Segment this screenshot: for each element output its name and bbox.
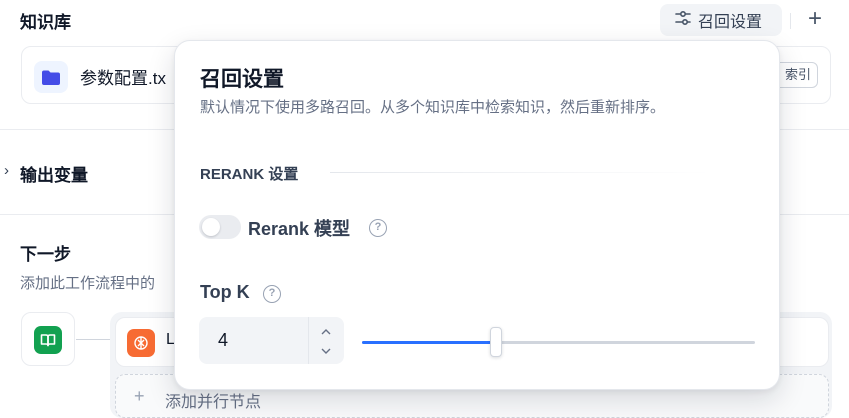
- knowledge-base-title: 知识库: [20, 13, 71, 32]
- popup-title: 召回设置: [200, 68, 284, 91]
- node-connector: [76, 339, 112, 340]
- popup-description: 默认情况下使用多路召回。从多个知识库中检索知识，然后重新排序。: [200, 99, 666, 116]
- toolbar-divider: [790, 13, 791, 29]
- chevron-right-icon[interactable]: ›: [4, 162, 9, 179]
- next-step-title: 下一步: [20, 245, 71, 264]
- plus-icon: +: [807, 5, 822, 32]
- add-knowledge-button[interactable]: +: [802, 2, 828, 36]
- recall-settings-label: 召回设置: [698, 14, 763, 31]
- recall-settings-button[interactable]: 召回设置: [660, 4, 782, 36]
- section-divider: [330, 172, 710, 173]
- chevron-down-icon[interactable]: [316, 341, 336, 359]
- help-icon[interactable]: ?: [263, 285, 281, 303]
- slider-fill: [362, 341, 496, 344]
- knowledge-item-name: 参数配置.tx: [80, 69, 166, 88]
- toggle-knob: [202, 218, 220, 236]
- slider-thumb[interactable]: [489, 327, 502, 357]
- next-step-description: 添加此工作流程中的: [20, 275, 156, 292]
- add-parallel-node-label: 添加并行节点: [165, 394, 262, 411]
- help-icon[interactable]: ?: [369, 219, 387, 237]
- book-icon: [34, 326, 62, 354]
- folder-icon: [34, 61, 68, 93]
- sliders-icon: [674, 10, 692, 31]
- chevron-up-icon[interactable]: [316, 322, 336, 340]
- llm-icon: [127, 329, 155, 357]
- rerank-model-label: Rerank 模型: [248, 219, 351, 239]
- top-k-label: Top K: [200, 282, 250, 302]
- stepper-divider: [308, 317, 309, 364]
- plus-icon: +: [134, 386, 145, 406]
- output-variables-title[interactable]: 输出变量: [20, 161, 88, 186]
- rerank-section-label: RERANK 设置: [200, 166, 299, 183]
- top-k-value: 4: [218, 330, 229, 350]
